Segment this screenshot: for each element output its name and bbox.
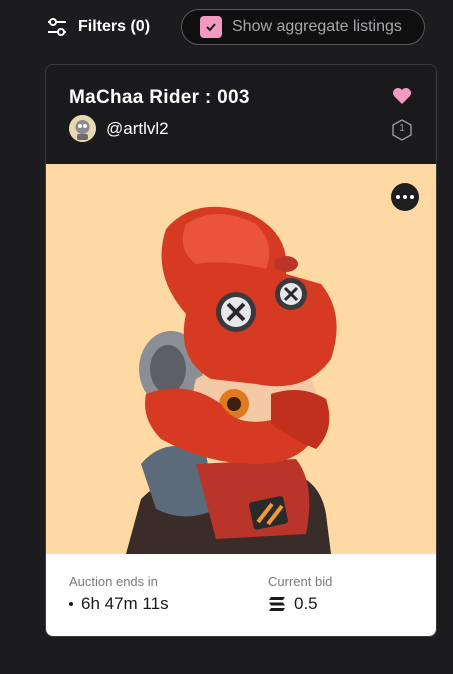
filters-label: Filters (0) xyxy=(78,18,151,35)
creator-link[interactable]: @artlvl2 xyxy=(69,115,169,142)
edition-badge: 1 xyxy=(392,119,412,141)
current-bid: 0.5 xyxy=(268,594,318,614)
nft-artwork[interactable] xyxy=(46,164,436,554)
more-icon xyxy=(396,195,400,199)
show-aggregate-toggle[interactable]: Show aggregate listings xyxy=(181,9,425,45)
edition-count: 1 xyxy=(399,123,405,134)
filters-icon xyxy=(48,18,66,36)
heart-icon[interactable] xyxy=(392,87,412,105)
aggregate-checkbox[interactable] xyxy=(200,16,222,38)
current-bid-label: Current bid xyxy=(268,574,333,589)
toolbar: Filters (0) Show aggregate listings xyxy=(0,9,453,45)
checkmark-icon xyxy=(206,23,216,32)
nft-title[interactable]: MaChaa Rider : 003 xyxy=(69,87,250,109)
bid-value: 0.5 xyxy=(294,594,318,613)
auction-ends-label: Auction ends in xyxy=(69,574,158,589)
card-header: MaChaa Rider : 003 @artlvl2 1 xyxy=(46,65,436,164)
countdown-value: 6h 47m 11s xyxy=(81,594,169,613)
live-dot-icon xyxy=(69,602,73,606)
nft-card[interactable]: MaChaa Rider : 003 @artlvl2 1 Auction en… xyxy=(45,64,437,637)
more-options-button[interactable] xyxy=(391,183,419,211)
aggregate-label: Show aggregate listings xyxy=(232,18,402,35)
artwork-illustration xyxy=(46,164,436,554)
auction-countdown: 6h 47m 11s xyxy=(69,594,169,614)
creator-avatar xyxy=(69,115,96,142)
creator-handle: @artlvl2 xyxy=(106,118,169,138)
filters-button[interactable]: Filters (0) xyxy=(46,14,150,40)
auction-info: Auction ends in 6h 47m 11s Current bid 0… xyxy=(46,554,436,636)
solana-icon xyxy=(269,597,285,611)
